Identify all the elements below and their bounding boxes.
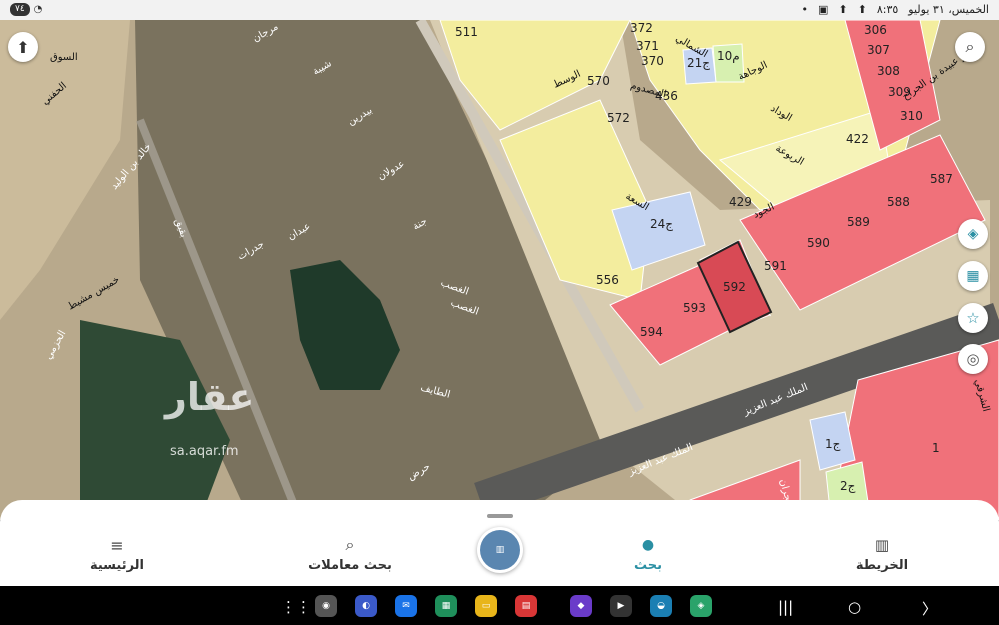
plot-label: 372 — [630, 21, 653, 35]
search-icon: ⌕ — [345, 535, 355, 554]
location-pin-icon: ● — [641, 537, 655, 553]
plot-label: 310 — [900, 109, 923, 123]
calendar-app-icon[interactable]: ▦ — [435, 595, 457, 617]
tab-transactions-label: بحث معاملات — [308, 558, 392, 573]
plot-label: 572 — [607, 111, 630, 125]
recents-button[interactable]: ||| — [778, 598, 793, 616]
notification-dot-icon: • — [801, 3, 809, 16]
menu-icon: ≡ — [110, 535, 124, 555]
plot-label: 588 — [887, 195, 910, 209]
play-store-icon[interactable]: ▶ — [610, 595, 632, 617]
building-icon: ▥ — [480, 530, 520, 570]
notes-app-icon[interactable]: ▤ — [515, 595, 537, 617]
upload-icon: ⬆ — [838, 3, 848, 16]
watermark-url: sa.aqar.fm — [170, 444, 239, 459]
watermark-logo: عقار — [165, 375, 255, 419]
search-icon: ⌕ — [965, 37, 975, 56]
plot-label: 370 — [641, 54, 664, 68]
plot-label: 371 — [636, 39, 659, 53]
plot-label: 591 — [764, 259, 787, 273]
notification-icon: ⬆ — [857, 3, 867, 16]
compass-icon: ⬆ — [16, 37, 30, 57]
plot-label: 511 — [455, 25, 478, 39]
edge-app-icon[interactable]: ◒ — [650, 595, 672, 617]
plot-label: 587 — [930, 172, 953, 186]
tab-map-label: الخريطة — [855, 558, 909, 573]
plot-label: ج1 — [825, 437, 841, 451]
favorite-button[interactable]: ☆ — [958, 303, 988, 333]
layers-icon: ◈ — [967, 226, 979, 242]
plot-label: 1 — [932, 441, 940, 455]
status-datetime: الخميس، ٣١ يوليو — [908, 3, 989, 16]
search-button[interactable]: ⌕ — [955, 32, 985, 62]
location-button[interactable]: ◎ — [958, 344, 988, 374]
sheet-handle[interactable] — [487, 514, 513, 518]
security-app-icon[interactable]: ◆ — [570, 595, 592, 617]
compass-button[interactable]: ⬆ — [8, 32, 38, 62]
plot-label: 429 — [729, 195, 752, 209]
plot-label: ج24 — [650, 217, 673, 231]
center-logo-button[interactable]: ▥ — [477, 527, 523, 573]
plot-label: 307 — [867, 43, 890, 57]
messages-app-icon[interactable]: ✉ — [395, 595, 417, 617]
plot-label: 593 — [683, 301, 706, 315]
wifi-icon: ◔ — [33, 4, 43, 15]
tab-map[interactable]: ▥ الخريطة — [822, 536, 942, 573]
grid-icon: ▦ — [966, 268, 980, 284]
status-time: ٨:٣٥ — [876, 3, 899, 16]
plot-label: 590 — [807, 236, 830, 250]
files-app-icon[interactable]: ▭ — [475, 595, 497, 617]
target-icon: ◎ — [966, 350, 980, 368]
plot-label: 589 — [847, 215, 870, 229]
plot-label: 570 — [587, 74, 610, 88]
status-bar: الخميس، ٣١ يوليو ٨:٣٥ ⬆ ⬆ ▣ • ٧٤ ◔ — [0, 0, 999, 20]
app-drawer-icon[interactable]: ⋮⋮ — [281, 598, 311, 616]
browser-app-icon[interactable]: ◐ — [355, 595, 377, 617]
home-button[interactable]: ○ — [848, 598, 861, 616]
tab-transactions[interactable]: ⌕ بحث معاملات — [290, 535, 410, 573]
maps-app-icon[interactable]: ◈ — [690, 595, 712, 617]
plot-label: 422 — [846, 132, 869, 146]
map-canvas[interactable]: 306 307 308 309 310 587 588 589 590 591 … — [0, 20, 999, 520]
battery-badge: ٧٤ — [10, 3, 30, 16]
layers-button[interactable]: ◈ — [958, 219, 988, 249]
plot-label: 2ج — [840, 479, 856, 493]
map-view[interactable]: 306 307 308 309 310 587 588 589 590 591 … — [0, 20, 999, 520]
star-icon: ☆ — [966, 309, 980, 327]
grid-button[interactable]: ▦ — [958, 261, 988, 291]
plot-label: 592 — [723, 280, 746, 294]
tab-home[interactable]: ≡ الرئيسية — [57, 535, 177, 574]
map-icon: ▥ — [874, 536, 890, 554]
plot-label: 308 — [877, 64, 900, 78]
back-button[interactable]: 〉 — [922, 598, 937, 619]
plot-label: 594 — [640, 325, 663, 339]
camera-app-icon[interactable]: ◉ — [315, 595, 337, 617]
plot-label: ج21 — [687, 56, 710, 70]
tab-home-label: الرئيسية — [89, 558, 145, 573]
plot-label: 306 — [864, 23, 887, 37]
tab-search-label: بحث — [633, 558, 662, 573]
plot-label: 556 — [596, 273, 619, 287]
svg-text:السوق: السوق — [50, 52, 78, 63]
plot-label: 10م — [717, 49, 740, 63]
screenshot-icon: ▣ — [818, 3, 829, 16]
tab-search[interactable]: ● بحث — [588, 536, 708, 573]
